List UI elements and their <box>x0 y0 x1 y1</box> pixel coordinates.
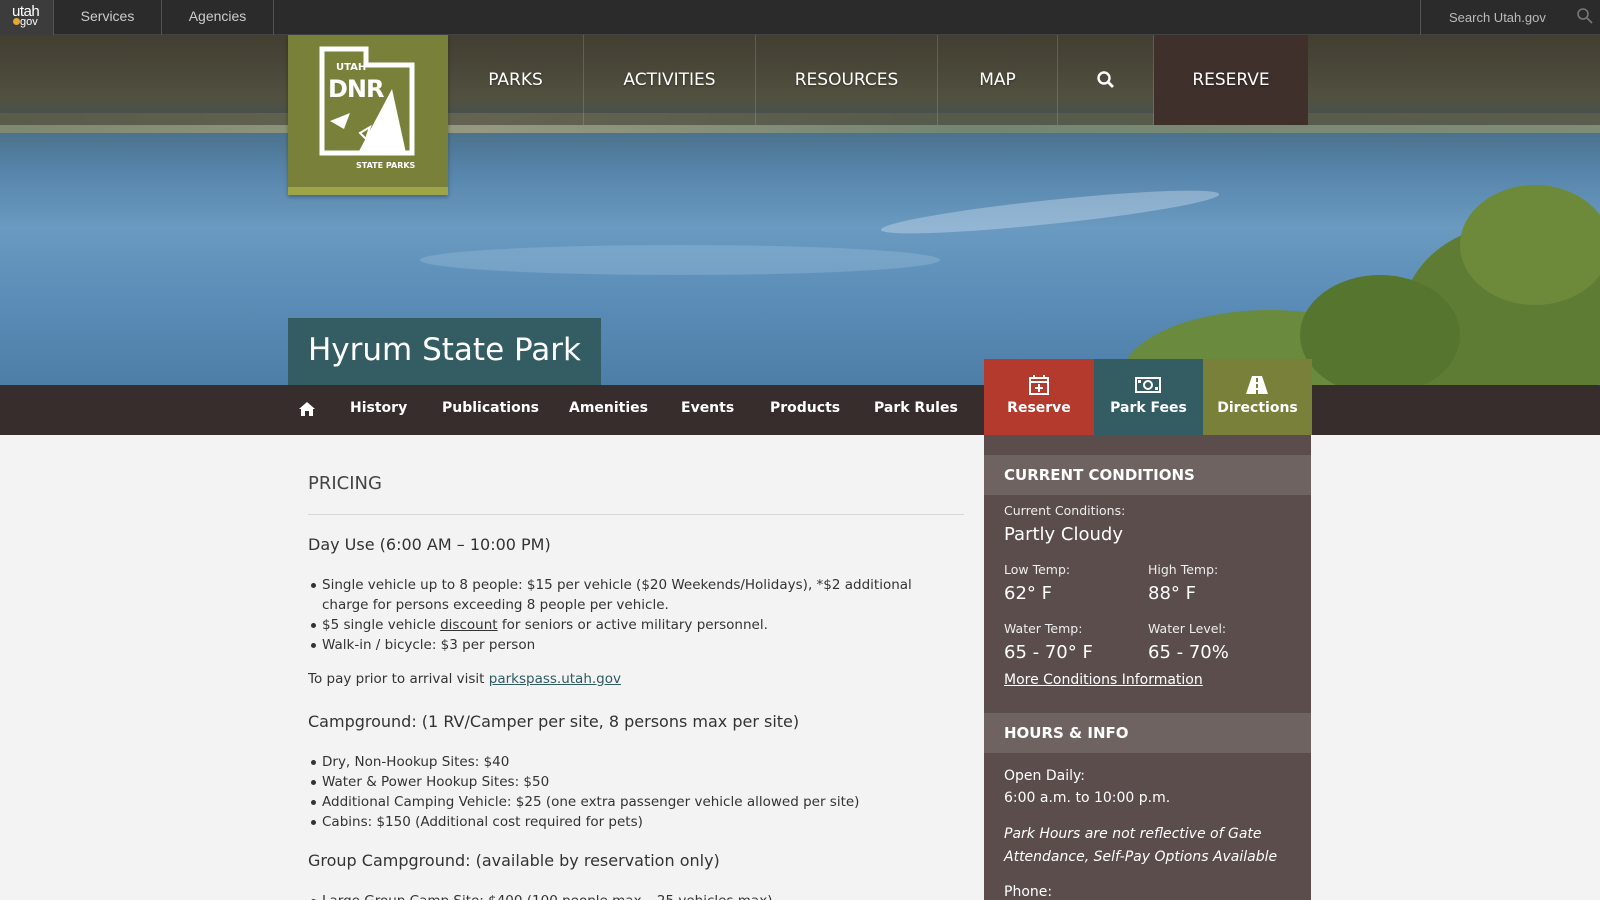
day-use-list: Single vehicle up to 8 people: $15 per v… <box>311 575 962 655</box>
pay-prior-label: To pay prior to arrival visit <box>308 671 489 687</box>
pay-prior-text: To pay prior to arrival visit parkspass.… <box>308 671 621 687</box>
discount-link[interactable]: discount <box>440 617 497 633</box>
low-temp-value: 62° F <box>1004 583 1052 604</box>
more-conditions-link[interactable]: More Conditions Information <box>1004 672 1203 688</box>
subnav-amenities[interactable]: Amenities <box>569 400 648 416</box>
group-campground-list: Large Group Camp Site: $400 (100 people … <box>311 891 962 900</box>
park-hours-note: Park Hours are not reflective of Gate At… <box>1004 826 1278 865</box>
list-item: Water & Power Hookup Sites: $50 <box>311 772 962 792</box>
hero-water-reflection <box>420 245 940 275</box>
day-use-heading: Day Use (6:00 AM – 10:00 PM) <box>308 535 551 554</box>
utah-search[interactable]: Search Utah.gov <box>1420 0 1600 35</box>
reserve-tile-button[interactable]: Reserve <box>984 359 1094 435</box>
logo-dot-icon <box>13 18 20 25</box>
hero-water-reflection <box>879 182 1221 242</box>
conditions-header: CURRENT CONDITIONS <box>984 455 1311 495</box>
park-fees-tile-label: Park Fees <box>1110 400 1187 416</box>
divider <box>308 514 964 515</box>
list-item-text: for seniors or active military personnel… <box>497 617 768 633</box>
logo-utah-text: UTAH <box>336 62 367 73</box>
list-item: Large Group Camp Site: $400 (100 people … <box>311 891 962 900</box>
search-icon[interactable] <box>1576 7 1594 25</box>
list-item-text: $5 single vehicle <box>322 617 441 633</box>
conditions-heading: CURRENT CONDITIONS <box>1004 466 1195 484</box>
water-level-label: Water Level: <box>1148 621 1227 636</box>
subnav-events[interactable]: Events <box>681 400 734 416</box>
directions-tile-button[interactable]: Directions <box>1203 359 1312 435</box>
hero-tree <box>1460 185 1600 305</box>
nav-map[interactable]: MAP <box>938 35 1058 125</box>
current-conditions-value: Partly Cloudy <box>1004 524 1123 545</box>
sub-nav: History Publications Amenities Events Pr… <box>0 385 1600 435</box>
list-item: $5 single vehicle discount for seniors o… <box>311 615 962 635</box>
money-bill-icon <box>1135 377 1161 393</box>
park-title-box: Hyrum State Park <box>288 318 601 385</box>
subnav-park-rules[interactable]: Park Rules <box>874 400 958 416</box>
subnav-history[interactable]: History <box>350 400 407 416</box>
list-item: Cabins: $150 (Additional cost required f… <box>311 812 962 832</box>
hours-header: HOURS & INFO <box>984 713 1311 753</box>
sidebar: CURRENT CONDITIONS Current Conditions: P… <box>984 435 1311 900</box>
high-temp-value: 88° F <box>1148 583 1196 604</box>
logo-strip <box>288 187 448 195</box>
parkspass-link[interactable]: parkspass.utah.gov <box>489 671 621 687</box>
utah-gov-logo[interactable]: utah gov <box>0 0 54 35</box>
search-input[interactable]: Search Utah.gov <box>1449 10 1546 25</box>
nav-parks[interactable]: PARKS <box>448 35 584 125</box>
campground-list: Dry, Non-Hookup Sites: $40 Water & Power… <box>311 752 962 832</box>
utah-gov-logo-bottom: gov <box>20 16 38 28</box>
group-campground-heading: Group Campground: (available by reservat… <box>308 851 720 870</box>
nav-resources[interactable]: RESOURCES <box>756 35 938 125</box>
open-daily-value: 6:00 a.m. to 10:00 p.m. <box>1004 790 1171 806</box>
list-item: Dry, Non-Hookup Sites: $40 <box>311 752 962 772</box>
services-link[interactable]: Services <box>54 0 162 35</box>
nav-reserve[interactable]: RESERVE <box>1154 35 1308 125</box>
low-temp-label: Low Temp: <box>1004 562 1071 577</box>
list-item: Single vehicle up to 8 people: $15 per v… <box>311 575 962 615</box>
reserve-tile-label: Reserve <box>1007 400 1071 416</box>
agencies-link[interactable]: Agencies <box>162 0 274 35</box>
phone-label: Phone: <box>1004 884 1053 900</box>
directions-tile-label: Directions <box>1217 400 1298 416</box>
water-temp-value: 65 - 70° F <box>1004 642 1093 663</box>
subnav-products[interactable]: Products <box>770 400 840 416</box>
page-title: Hyrum State Park <box>308 332 582 368</box>
nav-activities[interactable]: ACTIVITIES <box>584 35 756 125</box>
hours-heading: HOURS & INFO <box>1004 724 1129 742</box>
road-icon <box>1246 376 1268 394</box>
logo-dnr-text: DNR <box>328 75 384 103</box>
list-item: Additional Camping Vehicle: $25 (one ext… <box>311 792 962 812</box>
logo-state-parks-text: STATE PARKS <box>356 161 416 170</box>
calendar-plus-icon <box>1029 375 1049 395</box>
search-icon <box>1097 71 1114 88</box>
hero-tree <box>1300 275 1460 385</box>
utah-gov-bar: utah gov Services Agencies Search Utah.g… <box>0 0 1600 35</box>
current-conditions-label: Current Conditions: <box>1004 503 1126 518</box>
main-nav: PARKS ACTIVITIES RESOURCES MAP RESERVE <box>0 35 1600 125</box>
campground-heading: Campground: (1 RV/Camper per site, 8 per… <box>308 712 800 731</box>
park-fees-tile-button[interactable]: Park Fees <box>1094 359 1203 435</box>
water-level-value: 65 - 70% <box>1148 642 1229 663</box>
list-item: Walk-in / bicycle: $3 per person <box>311 635 962 655</box>
open-daily-label: Open Daily: <box>1004 768 1085 784</box>
subnav-publications[interactable]: Publications <box>442 400 539 416</box>
nav-search-button[interactable] <box>1058 35 1154 125</box>
utah-dnr-state-parks-logo[interactable]: UTAH DNR STATE PARKS <box>288 35 448 195</box>
pricing-heading: PRICING <box>308 473 382 494</box>
home-icon[interactable] <box>298 400 316 418</box>
high-temp-label: High Temp: <box>1148 562 1219 577</box>
water-temp-label: Water Temp: <box>1004 621 1083 636</box>
